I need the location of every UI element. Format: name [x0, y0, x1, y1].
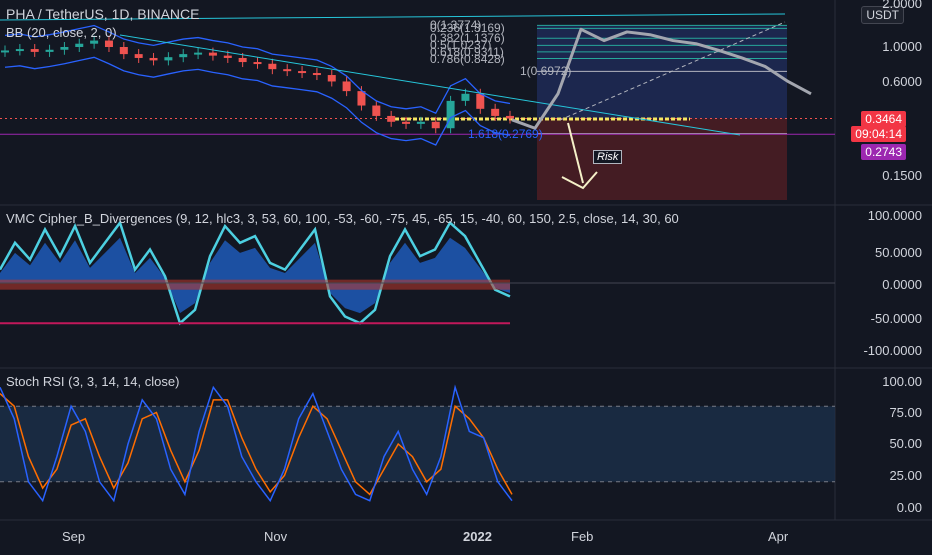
risk-label: Risk: [593, 150, 623, 164]
candle: [298, 71, 307, 74]
candle: [1, 50, 9, 53]
candle: [268, 63, 277, 70]
candle: [283, 69, 292, 72]
candle: [134, 54, 143, 58]
stoch-tick: 75.00: [889, 405, 922, 420]
symbol-title: PHA / TetherUS, 1D, BINANCE: [6, 6, 200, 22]
reward-zone: [537, 25, 787, 119]
stoch-tick: 50.00: [889, 436, 922, 451]
stoch-tick: 25.00: [889, 468, 922, 483]
candle: [253, 62, 262, 65]
candle: [75, 43, 84, 47]
candle: [179, 54, 188, 58]
time-tick: Nov: [264, 529, 288, 544]
candle: [506, 115, 514, 119]
candle: [90, 40, 99, 44]
candle: [223, 55, 232, 58]
candle: [402, 121, 411, 124]
candle: [431, 121, 440, 129]
stoch-tick: 100.00: [882, 374, 922, 389]
price-tick: 0.6000: [882, 74, 922, 89]
candle: [416, 121, 425, 124]
vmc-tick: 50.0000: [875, 245, 922, 260]
countdown-badge: 09:04:14: [851, 126, 906, 142]
price-tick: 0.1500: [882, 168, 922, 183]
fib-level-label: 1(0.6972): [520, 64, 572, 79]
candle: [461, 93, 470, 101]
candle: [30, 49, 39, 52]
candle: [208, 52, 217, 56]
candle: [491, 108, 500, 116]
time-tick: Sep: [62, 529, 86, 544]
stoch-tick: 0.00: [896, 500, 922, 515]
bb-indicator-label: BB (20, close, 2, 0): [6, 25, 117, 40]
candle: [238, 57, 247, 63]
vmc-tick: -50.0000: [870, 311, 922, 326]
stoch-band: [0, 406, 835, 482]
candle: [312, 73, 321, 76]
candle: [372, 105, 381, 116]
last-price-badge: 0.3464: [861, 111, 906, 127]
candle: [60, 47, 69, 50]
level-badge: 0.2743: [861, 144, 906, 160]
fib-level-label: 1.618(0.2769): [468, 126, 543, 141]
vmc-title: VMC Cipher_B_Divergences (9, 12, hlc3, 3…: [6, 211, 679, 226]
stoch-title: Stoch RSI (3, 3, 14, 14, close): [6, 374, 180, 389]
candle: [104, 40, 113, 47]
vmc-tick: 0.0000: [882, 277, 922, 292]
price-tick: 2.0000: [882, 0, 922, 11]
chart-canvas: [0, 0, 932, 521]
bb-lower-band: [4, 56, 511, 146]
candle: [45, 49, 54, 52]
time-tick: 2022: [463, 529, 492, 544]
vmc-money-flow: [0, 279, 510, 290]
vmc-tick: 100.0000: [867, 208, 922, 223]
time-tick: Feb: [571, 529, 594, 544]
candle: [164, 57, 173, 61]
candle: [15, 49, 24, 52]
chart-stage: PHA / TetherUS, 1D, BINANCE BB (20, clos…: [0, 0, 932, 550]
candle: [476, 93, 485, 109]
candle: [357, 91, 366, 106]
time-tick: Apr: [768, 529, 789, 544]
vmc-tick: -100.0000: [863, 343, 922, 358]
fib-level-label: 0.786(0.8428): [430, 51, 505, 66]
candle: [327, 75, 336, 82]
price-tick: 1.0000: [882, 39, 922, 54]
candle: [149, 57, 158, 61]
candle: [387, 115, 396, 122]
candle: [119, 47, 128, 55]
candle: [342, 81, 351, 92]
risk-zone: [537, 118, 787, 200]
candle: [194, 52, 203, 55]
